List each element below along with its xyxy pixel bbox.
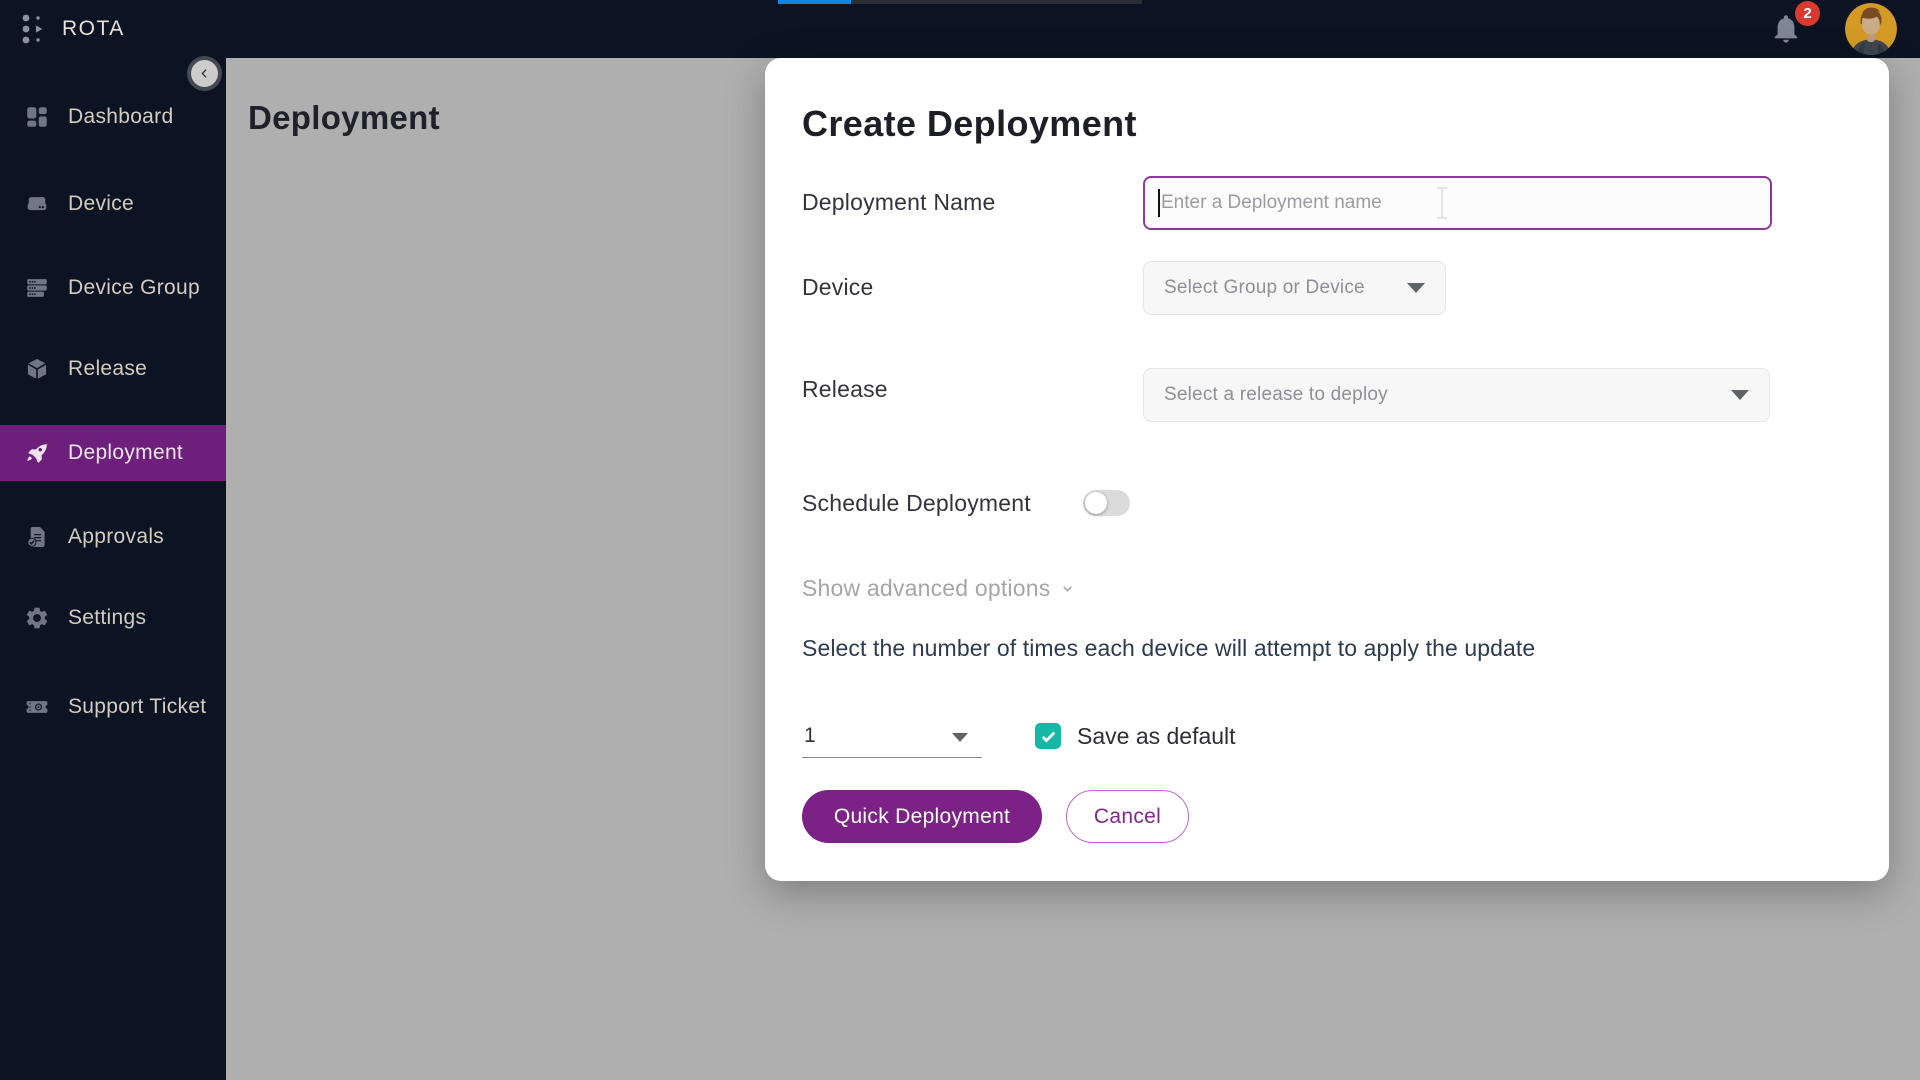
media-progress-played (778, 0, 851, 4)
advanced-options-label: Show advanced options (802, 575, 1050, 602)
user-avatar[interactable] (1845, 3, 1897, 55)
chevron-down-icon (1060, 581, 1075, 596)
sidebar-item-device-group[interactable]: Device Group (0, 260, 226, 316)
select-arrow-icon (952, 733, 968, 742)
dropdown-arrow-icon (1407, 283, 1425, 293)
sidebar-item-device[interactable]: Device (0, 176, 226, 232)
quick-deployment-button[interactable]: Quick Deployment (802, 790, 1042, 843)
support-ticket-icon (24, 694, 50, 720)
attempts-count-value: 1 (804, 724, 816, 748)
save-as-default-checkbox[interactable] (1035, 723, 1061, 749)
device-select-placeholder: Select Group or Device (1164, 277, 1407, 299)
sidebar-item-settings[interactable]: Settings (0, 590, 226, 646)
device-select[interactable]: Select Group or Device (1143, 261, 1446, 315)
schedule-deployment-label: Schedule Deployment (802, 490, 1031, 517)
attempts-count-select[interactable]: 1 (802, 718, 982, 758)
brand: ROTA (18, 9, 125, 49)
create-deployment-modal: Create Deployment Deployment Name Device… (765, 58, 1889, 881)
release-cube-icon (24, 356, 50, 382)
dashboard-icon (24, 104, 50, 130)
show-advanced-options-link[interactable]: Show advanced options (802, 575, 1075, 602)
schedule-deployment-toggle[interactable] (1083, 490, 1130, 516)
page-title: Deployment (248, 99, 440, 137)
sidebar-item-label: Deployment (68, 441, 183, 465)
sidebar-item-label: Dashboard (68, 105, 173, 129)
deployment-name-input[interactable] (1143, 176, 1772, 230)
sidebar-item-dashboard[interactable]: Dashboard (0, 89, 226, 145)
media-progress-bar (778, 0, 1142, 4)
sidebar-item-label: Device (68, 192, 134, 216)
save-as-default-label[interactable]: Save as default (1077, 723, 1236, 750)
checkmark-icon (1039, 727, 1058, 746)
deployment-name-label: Deployment Name (802, 189, 995, 216)
device-group-icon (24, 275, 50, 301)
notification-count-badge: 2 (1795, 1, 1820, 26)
release-label: Release (802, 376, 888, 403)
text-caret (1158, 189, 1160, 217)
gear-icon (24, 605, 50, 631)
release-select[interactable]: Select a release to deploy (1143, 368, 1770, 422)
sidebar: Dashboard Device Device Group Release De… (0, 0, 226, 1080)
modal-title: Create Deployment (802, 103, 1137, 145)
sidebar-item-approvals[interactable]: Approvals (0, 509, 226, 565)
device-label: Device (802, 274, 874, 301)
cancel-button[interactable]: Cancel (1066, 790, 1189, 843)
sidebar-item-label: Device Group (68, 276, 200, 300)
attempts-instruction: Select the number of times each device w… (802, 635, 1535, 662)
sidebar-item-release[interactable]: Release (0, 341, 226, 397)
sidebar-item-label: Approvals (68, 525, 164, 549)
dropdown-arrow-icon (1731, 390, 1749, 400)
media-progress-track (851, 0, 1142, 4)
approvals-icon (24, 524, 50, 550)
sidebar-item-deployment[interactable]: Deployment (0, 425, 226, 481)
deployment-rocket-icon (24, 440, 50, 466)
release-select-placeholder: Select a release to deploy (1164, 384, 1731, 406)
device-icon (24, 191, 50, 217)
chevron-left-icon (198, 67, 211, 80)
top-bar: ROTA 2 (0, 0, 1920, 58)
sidebar-item-label: Settings (68, 606, 146, 630)
sidebar-item-label: Support Ticket (68, 695, 206, 719)
sidebar-item-label: Release (68, 357, 147, 381)
rota-logo-icon (18, 9, 48, 49)
sidebar-item-support-ticket[interactable]: Support Ticket (0, 679, 226, 735)
ibeam-mouse-cursor (1433, 186, 1451, 220)
sidebar-collapse-button[interactable] (191, 60, 218, 87)
toggle-knob (1085, 492, 1107, 514)
brand-name: ROTA (62, 17, 125, 41)
